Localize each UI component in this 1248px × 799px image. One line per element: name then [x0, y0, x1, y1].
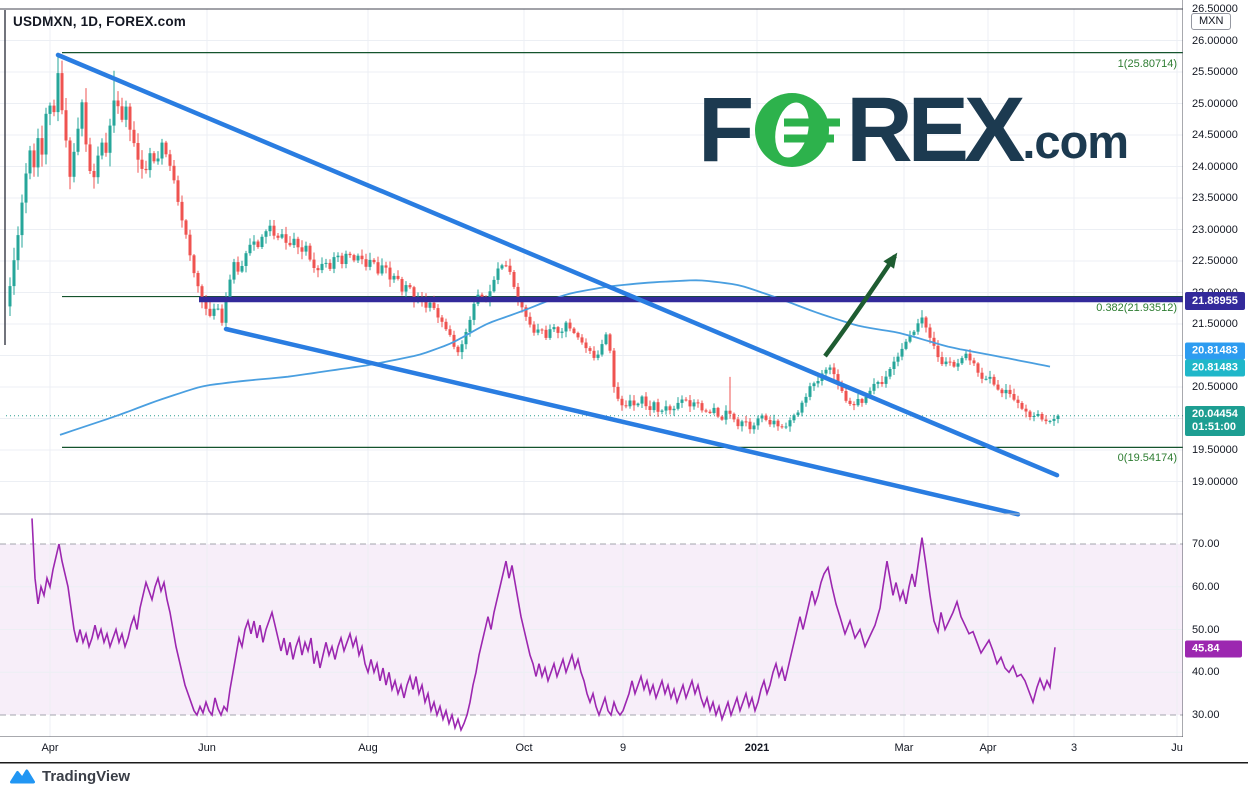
rsi-tick-label: 40.00 — [1192, 666, 1220, 678]
price-badge: 20.81483 — [1185, 360, 1245, 377]
symbol-title: USDMXN, 1D, FOREX.com — [13, 14, 186, 29]
tradingview-icon[interactable] — [10, 768, 35, 785]
time-tick-label: 3 — [1071, 742, 1077, 754]
forex-com: .com — [1022, 114, 1128, 172]
forex-o-icon — [754, 91, 844, 169]
time-tick-label: Apr — [979, 742, 996, 754]
time-tick-label: Aug — [358, 742, 378, 754]
forex-letter-f: F — [698, 88, 749, 172]
price-tick-label: 20.50000 — [1192, 381, 1238, 393]
price-badge: 20.81483 — [1185, 343, 1245, 360]
price-tick-label: 19.00000 — [1192, 476, 1238, 488]
price-badge: 21.88955 — [1185, 292, 1245, 310]
price-tick-label: 26.00000 — [1192, 35, 1238, 47]
price-tick-label: 25.50000 — [1192, 66, 1238, 78]
rsi-tick-label: 60.00 — [1192, 581, 1220, 593]
footer: TradingView — [10, 768, 130, 785]
up-arrow — [825, 256, 895, 356]
forex-letters-rex: REX — [846, 88, 1020, 172]
fib-level-label: 1(25.80714) — [957, 58, 1177, 70]
rsi-tick-label: 30.00 — [1192, 709, 1220, 721]
time-tick-label: 2021 — [745, 742, 769, 754]
time-tick-label: 9 — [620, 742, 626, 754]
tradingview-label[interactable]: TradingView — [42, 768, 130, 785]
price-badge: 20.0445401:51:00 — [1185, 406, 1245, 436]
price-tick-label: 21.50000 — [1192, 318, 1238, 330]
price-tick-label: 26.50000 — [1192, 3, 1238, 15]
fib-level-label: 0(19.54174) — [957, 452, 1177, 464]
fib-level-label: 0.382(21.93512) — [957, 302, 1177, 314]
price-tick-label: 23.00000 — [1192, 224, 1238, 236]
chart-window: USDMXN, 1D, FOREX.com F REX .com 1(25.80… — [0, 0, 1248, 799]
price-axis[interactable]: MXN 26.50000 26.00000 25.50000 25.00000 24.5… — [1183, 0, 1248, 762]
time-tick-label: Ju — [1171, 742, 1183, 754]
rsi-tick-label: 70.00 — [1192, 538, 1220, 550]
price-badge: 45.84 — [1185, 641, 1242, 658]
time-tick-label: Apr — [41, 742, 58, 754]
time-axis[interactable]: Apr Jun Aug Oct 9 2021 Mar Apr 3 Ju — [0, 737, 1248, 762]
price-tick-label: 22.50000 — [1192, 255, 1238, 267]
price-tick-label: 24.00000 — [1192, 161, 1238, 173]
price-tick-label: 25.00000 — [1192, 98, 1238, 110]
price-tick-label: 24.50000 — [1192, 129, 1238, 141]
currency-badge: MXN — [1191, 13, 1231, 30]
rsi-tick-label: 50.00 — [1192, 624, 1220, 636]
time-tick-label: Oct — [515, 742, 532, 754]
time-tick-label: Jun — [198, 742, 216, 754]
time-tick-label: Mar — [895, 742, 914, 754]
forex-watermark: F REX .com — [698, 88, 1128, 172]
price-tick-label: 19.50000 — [1192, 444, 1238, 456]
price-tick-label: 23.50000 — [1192, 192, 1238, 204]
